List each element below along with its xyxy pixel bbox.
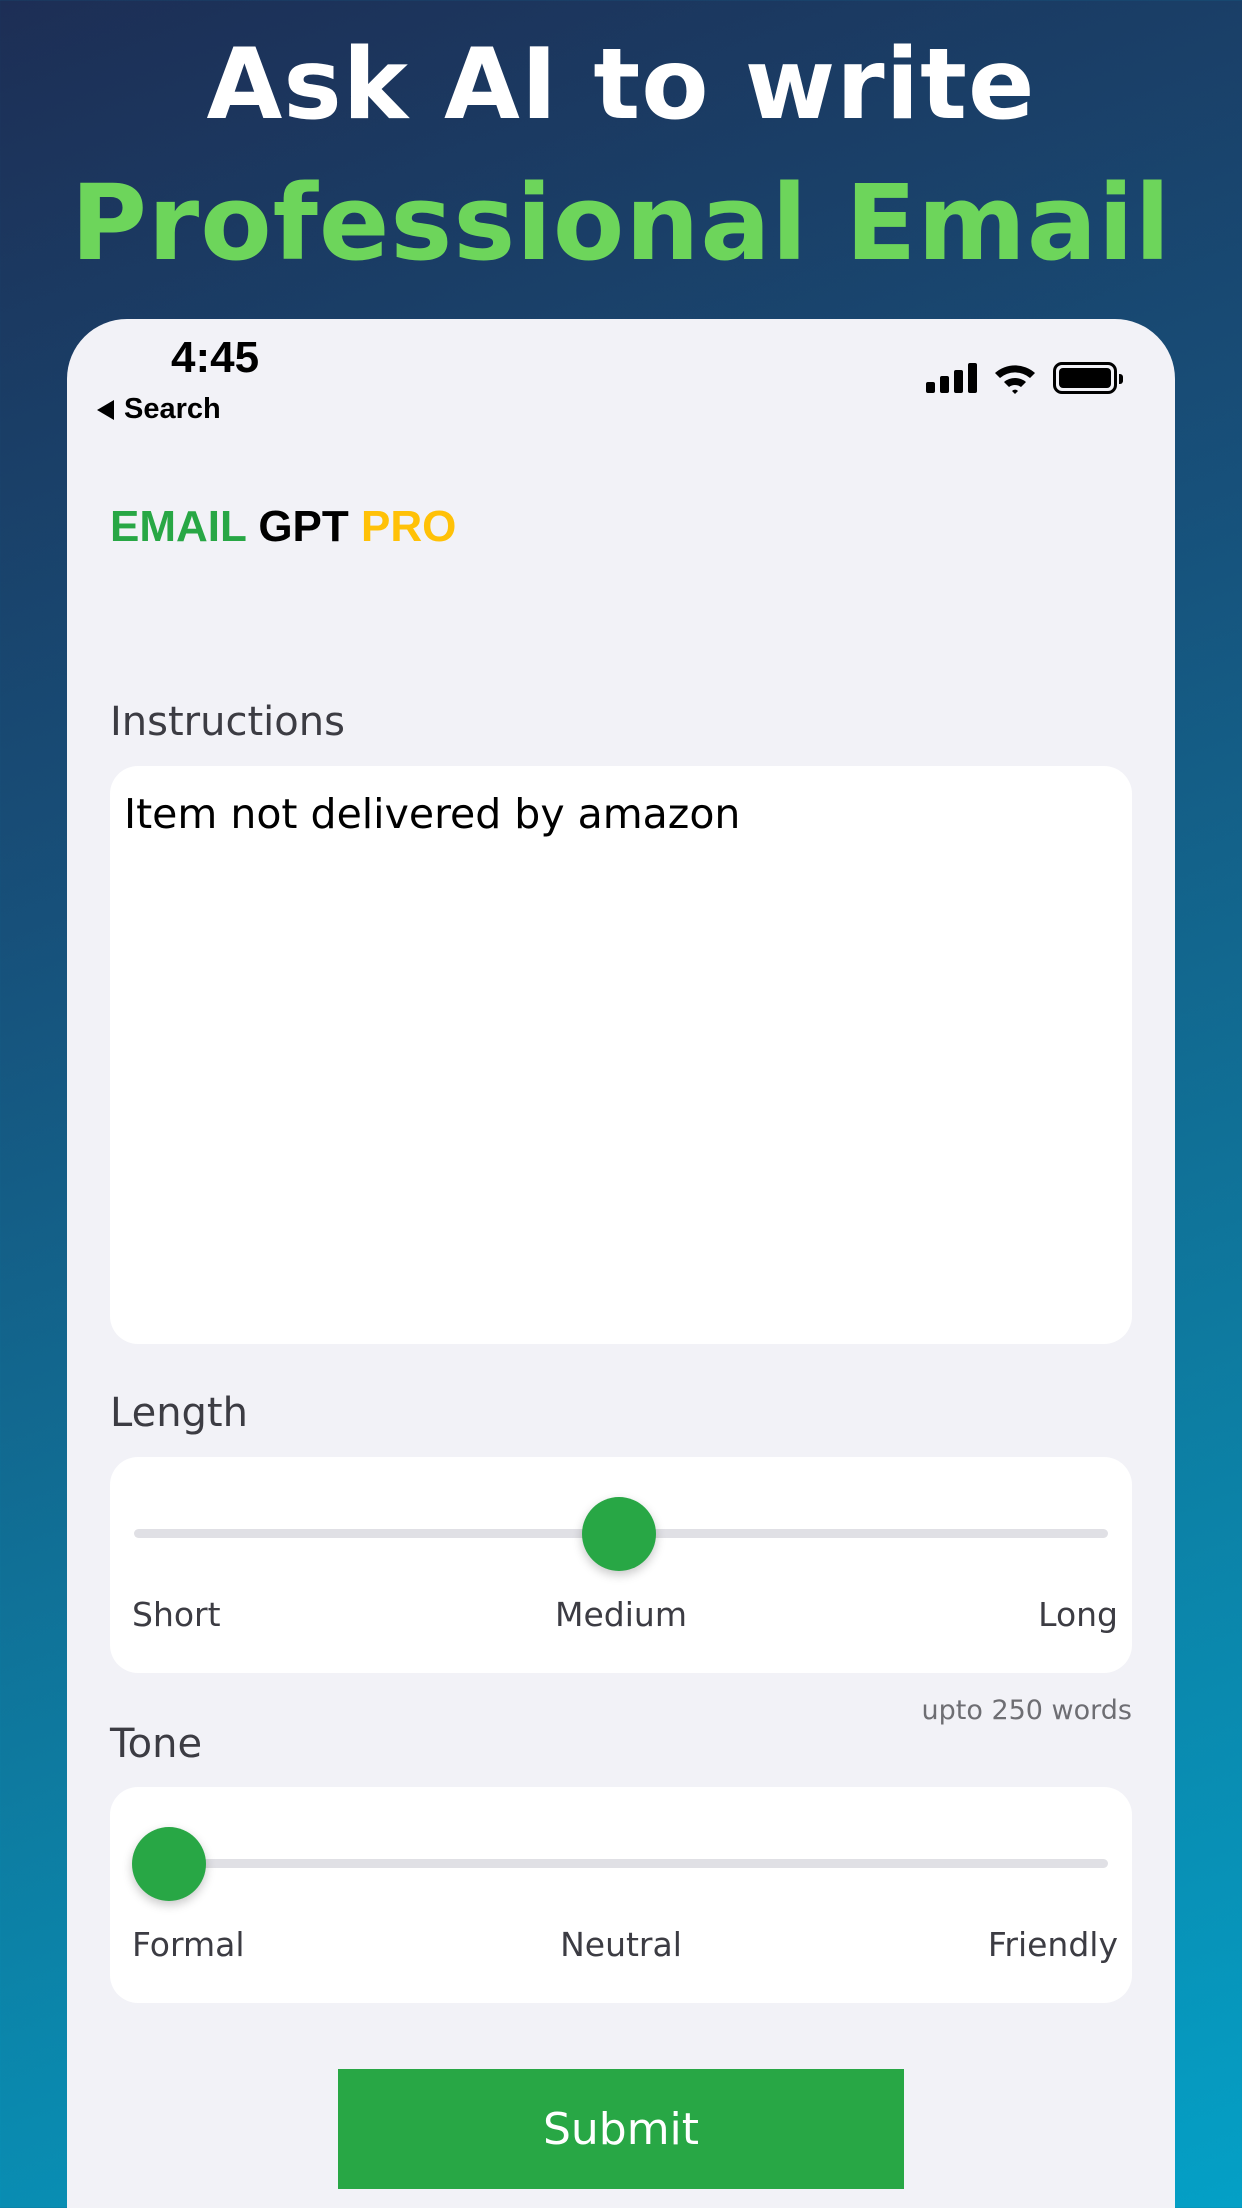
tone-slider-thumb[interactable]: [132, 1827, 206, 1901]
length-stop-long: Long: [1038, 1595, 1118, 1634]
length-stop-medium: Medium: [555, 1595, 687, 1634]
tone-label: Tone: [110, 1721, 203, 1767]
instructions-textarea[interactable]: Item not delivered by amazon: [110, 766, 1132, 1344]
status-icons: [926, 361, 1123, 395]
back-arrow-icon: [97, 399, 114, 420]
status-time: 4:45: [171, 333, 260, 382]
app-title-email: EMAIL: [110, 502, 247, 551]
back-label: Search: [124, 393, 221, 425]
length-helper-text: upto 250 words: [921, 1695, 1133, 1726]
tone-slider-track[interactable]: [134, 1859, 1108, 1868]
length-label: Length: [110, 1390, 248, 1436]
cellular-signal-icon: [926, 363, 977, 393]
tone-stop-friendly: Friendly: [987, 1925, 1118, 1964]
phone-screen: 4:45 Search EMAIL GPT PRO Instructions I…: [67, 319, 1175, 2208]
length-slider-thumb[interactable]: [582, 1497, 656, 1571]
tone-stop-neutral: Neutral: [560, 1925, 682, 1964]
battery-icon: [1053, 362, 1123, 394]
wifi-icon: [995, 365, 1035, 394]
instructions-label: Instructions: [110, 699, 345, 745]
promo-headline-line2: Professional Email: [70, 162, 1172, 284]
back-to-search-button[interactable]: Search: [97, 393, 221, 426]
app-title-pro: PRO: [361, 502, 457, 551]
submit-button[interactable]: Submit: [338, 2069, 904, 2189]
promo-headline-line1: Ask AI to write: [206, 28, 1036, 142]
length-slider-card: Short Medium Long: [110, 1457, 1132, 1673]
tone-slider-card: Formal Neutral Friendly: [110, 1787, 1132, 2003]
app-title: EMAIL GPT PRO: [110, 502, 456, 552]
app-title-gpt: GPT: [258, 502, 349, 551]
